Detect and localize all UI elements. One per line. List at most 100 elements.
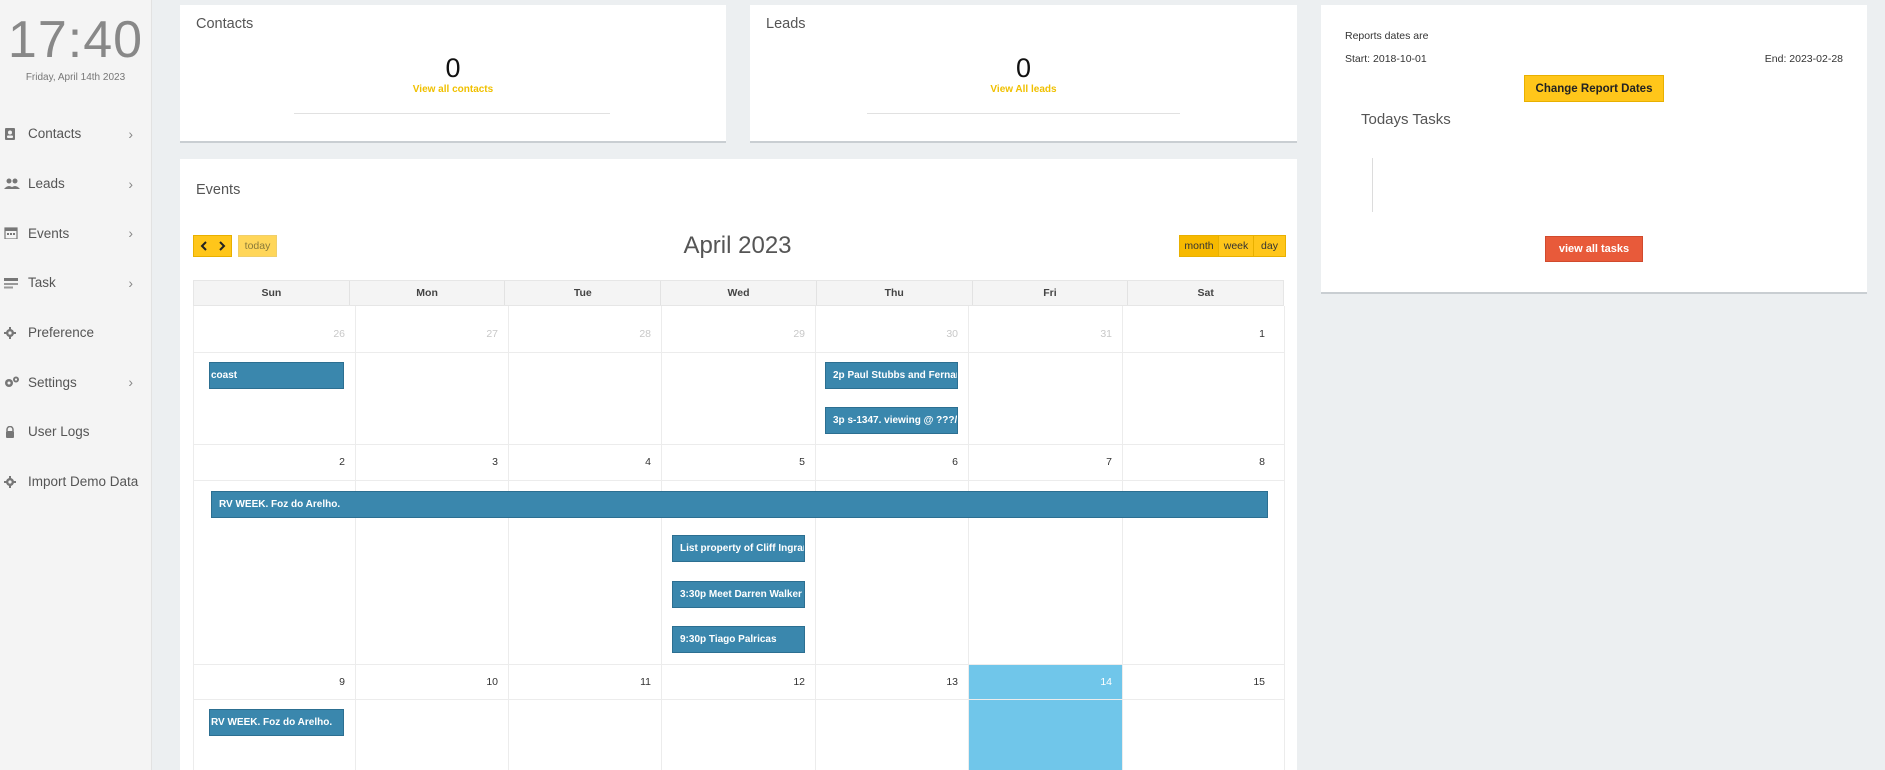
card-title: Contacts (196, 16, 254, 32)
sidebar-item-label: Contacts (28, 126, 82, 142)
grid-line (193, 699, 1284, 700)
divider (294, 113, 610, 114)
sidebar-item-contacts[interactable]: Contacts › (0, 109, 151, 159)
events-title: Events (196, 182, 241, 198)
day-number[interactable]: 4 (621, 456, 651, 468)
sidebar-nav: Contacts › Leads › Events › Task › Prefe… (0, 109, 151, 507)
contacts-card: Contacts 0 View all contacts (180, 5, 726, 143)
divider (867, 113, 1180, 114)
day-number[interactable]: 30 (928, 328, 958, 340)
calendar-event[interactable]: 3:30p Meet Darren Walker in (672, 581, 805, 608)
sidebar-item-label: Task (28, 275, 56, 291)
day-number-today[interactable]: 14 (1082, 676, 1112, 688)
day-number[interactable]: 9 (315, 676, 345, 688)
view-all-leads-link[interactable]: View All leads (750, 84, 1297, 95)
sidebar-item-label: Leads (28, 176, 65, 192)
weekday-label: Sat (1127, 281, 1283, 305)
grid-line (193, 664, 1284, 665)
gear-icon (4, 475, 18, 488)
day-number[interactable]: 26 (315, 328, 345, 340)
sidebar-item-user-logs[interactable]: User Logs (0, 407, 151, 457)
day-number[interactable]: 13 (928, 676, 958, 688)
weekday-label: Wed (660, 281, 816, 305)
grid-line (1284, 306, 1285, 770)
chevron-right-icon: › (128, 225, 133, 242)
week-view-button[interactable]: week (1218, 235, 1254, 257)
calendar-weekday-header: Sun Mon Tue Wed Thu Fri Sat (193, 280, 1284, 306)
grid-line (193, 480, 1284, 481)
weekday-label: Mon (348, 281, 505, 305)
weekday-label: Tue (504, 281, 660, 305)
calendar-event[interactable]: RV WEEK. Foz do Arelho. (209, 709, 344, 736)
day-number[interactable]: 6 (928, 456, 958, 468)
calendar-event[interactable]: 9:30p Tiago Palricas (672, 626, 805, 653)
day-number[interactable]: 10 (468, 676, 498, 688)
users-icon (4, 178, 20, 190)
weekday-label: Fri (971, 281, 1128, 305)
day-number[interactable]: 28 (621, 328, 651, 340)
leads-card: Leads 0 View All leads (750, 5, 1297, 143)
day-number[interactable]: 15 (1235, 676, 1265, 688)
lock-icon (4, 425, 18, 438)
view-all-contacts-link[interactable]: View all contacts (180, 84, 726, 95)
grid-line (968, 306, 969, 770)
day-number[interactable]: 2 (315, 456, 345, 468)
gear-icon (4, 326, 18, 339)
weekday-label: Sun (261, 287, 282, 299)
sidebar-item-preference[interactable]: Preference (0, 308, 151, 358)
view-all-tasks-button[interactable]: view all tasks (1545, 236, 1643, 262)
calendar-month-title: April 2023 (683, 232, 792, 259)
day-view-button[interactable]: day (1253, 235, 1286, 257)
day-number[interactable]: 3 (468, 456, 498, 468)
sidebar-item-label: Settings (28, 374, 77, 390)
day-number[interactable]: 11 (621, 676, 651, 688)
grid-line (508, 306, 509, 770)
weekday-label: Thu (815, 281, 972, 305)
report-end-date: End: 2023-02-28 (1764, 53, 1843, 65)
sidebar-item-events[interactable]: Events › (0, 208, 151, 258)
calendar-event[interactable]: 2p Paul Stubbs and Fernanc (825, 362, 958, 389)
day-number[interactable]: 27 (468, 328, 498, 340)
chevron-right-icon: › (128, 374, 133, 391)
month-view-button[interactable]: month (1179, 235, 1219, 257)
day-number[interactable]: 29 (775, 328, 805, 340)
sidebar: 17:40 Friday, April 14th 2023 Contacts ›… (0, 0, 152, 770)
sidebar-item-settings[interactable]: Settings › (0, 357, 151, 407)
grid-line (193, 352, 1284, 353)
calendar-event[interactable]: List property of Cliff Ingram (672, 535, 805, 562)
grid-line (1122, 306, 1123, 770)
card-title: Leads (766, 16, 806, 32)
grid-line (661, 306, 662, 770)
sidebar-item-label: User Logs (28, 424, 90, 440)
day-number[interactable]: 1 (1235, 328, 1265, 340)
chevron-right-icon: › (128, 274, 133, 291)
change-report-dates-button[interactable]: Change Report Dates (1524, 75, 1664, 102)
report-card: Reports dates are Start: 2018-10-01 End:… (1321, 5, 1867, 294)
day-number[interactable]: 12 (775, 676, 805, 688)
sidebar-item-task[interactable]: Task › (0, 258, 151, 308)
sidebar-item-leads[interactable]: Leads › (0, 159, 151, 209)
current-date: Friday, April 14th 2023 (25, 72, 126, 83)
calendar-event[interactable]: 3p s-1347. viewing @ ???/ (825, 407, 958, 434)
gears-icon (4, 376, 19, 388)
report-start-date: Start: 2018-10-01 (1345, 53, 1427, 65)
contacts-count: 0 (445, 53, 461, 83)
task-icon (4, 277, 18, 289)
calendar-event[interactable]: coast (209, 362, 344, 389)
grid-line (193, 444, 1284, 445)
calendar-event[interactable]: RV WEEK. Foz do Arelho. (211, 491, 1268, 518)
grid-line (355, 306, 356, 770)
sidebar-item-import-demo-data[interactable]: Import Demo Data (0, 457, 151, 507)
day-number[interactable]: 5 (775, 456, 805, 468)
leads-count: 0 (1015, 53, 1032, 83)
contact-card-icon (4, 127, 18, 140)
clock: 17:40 (7, 11, 144, 69)
day-number[interactable]: 8 (1235, 456, 1265, 468)
chevron-right-icon: › (128, 175, 133, 192)
report-dates-heading: Reports dates are (1345, 30, 1429, 42)
grid-line (193, 306, 194, 770)
day-number[interactable]: 31 (1082, 328, 1112, 340)
chevron-right-icon: › (128, 125, 133, 142)
grid-line (815, 306, 816, 770)
day-number[interactable]: 7 (1082, 456, 1112, 468)
